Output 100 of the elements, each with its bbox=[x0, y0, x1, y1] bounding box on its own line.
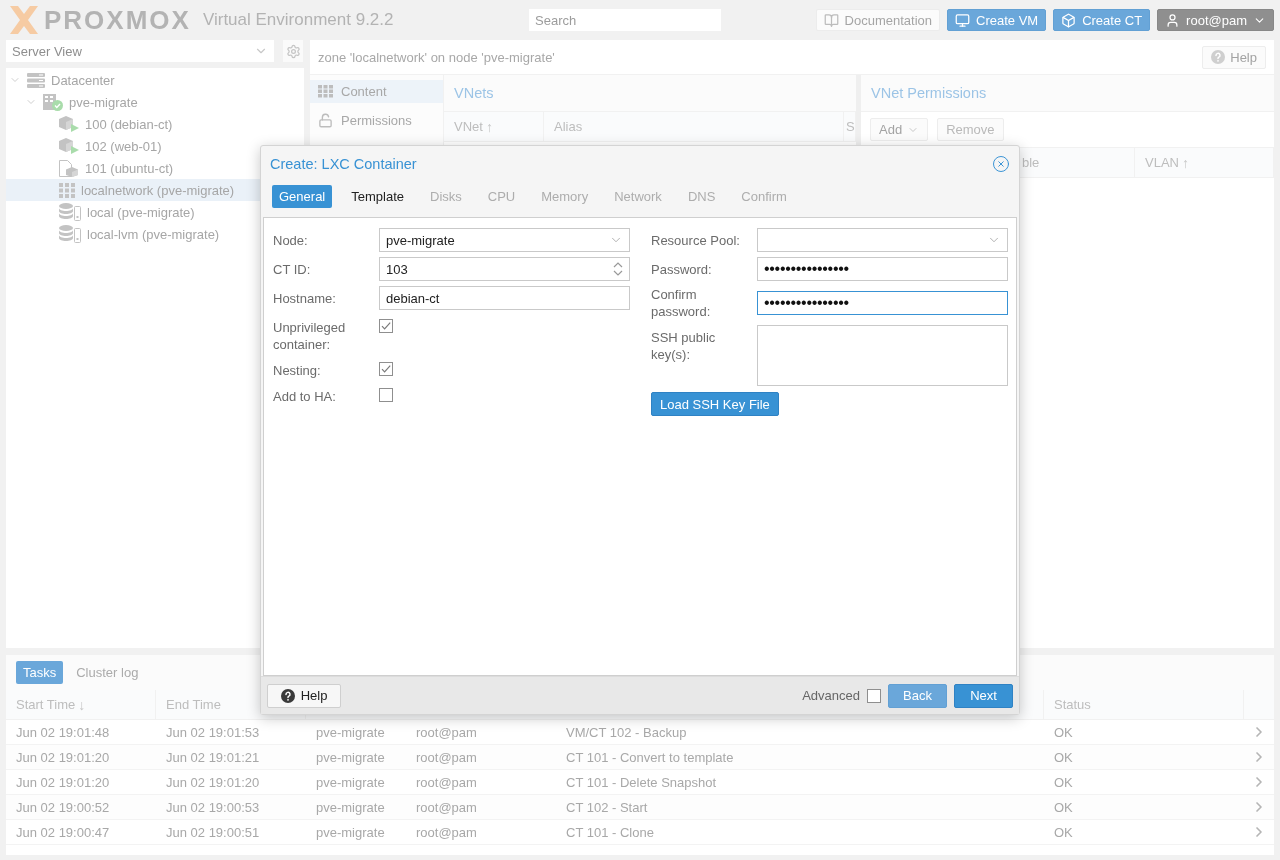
field-label: Hostname: bbox=[273, 289, 337, 307]
field-label: Unprivileged container: bbox=[273, 319, 347, 353]
table-cell-text: pve-migrate bbox=[315, 773, 386, 792]
table-cell-text: pve-migrate bbox=[315, 798, 386, 817]
field-label: CT ID: bbox=[273, 260, 312, 278]
checkbox[interactable] bbox=[379, 362, 393, 376]
table-cell-text: CT 101 - Convert to template bbox=[565, 748, 735, 767]
combo-field[interactable] bbox=[757, 228, 1008, 252]
column-header[interactable]: VLAN ↑ bbox=[1145, 154, 1189, 171]
spinner-arrows-icon[interactable] bbox=[613, 261, 623, 277]
product-title: Virtual Environment 9.2.2 bbox=[202, 10, 394, 30]
tree-item[interactable]: Datacenter bbox=[6, 69, 260, 91]
column-header[interactable]: End Time bbox=[166, 697, 221, 712]
tree-item[interactable]: 101 (ubuntu-ct) bbox=[6, 157, 260, 179]
table-cell-text: root@pam bbox=[415, 748, 478, 767]
table-cell-text: Jun 02 19:01:20 bbox=[15, 773, 111, 792]
advanced-checkbox[interactable] bbox=[867, 688, 881, 703]
settings-button[interactable] bbox=[283, 40, 303, 62]
table-cell-text: Jun 02 19:01:21 bbox=[165, 748, 261, 767]
column-header[interactable]: Status bbox=[1054, 697, 1091, 712]
nav-item[interactable]: Content bbox=[310, 80, 443, 103]
header-button[interactable]: Documentation bbox=[815, 9, 940, 31]
checkbox[interactable] bbox=[379, 388, 393, 402]
nav-item[interactable]: Permissions bbox=[310, 109, 443, 132]
monitor-icon bbox=[955, 12, 970, 28]
field-label: Password: bbox=[651, 260, 713, 278]
toolbar-button[interactable]: Add bbox=[870, 118, 929, 141]
text-field[interactable]: debian-ct bbox=[379, 286, 630, 310]
tree-item[interactable]: local (pve-migrate) bbox=[6, 201, 260, 223]
combo-field[interactable]: pve-migrate bbox=[379, 228, 630, 252]
number-field[interactable]: 103 bbox=[379, 257, 630, 281]
grid-icon bbox=[318, 85, 333, 98]
help-button[interactable]: Help bbox=[267, 683, 341, 708]
tab[interactable]: Template bbox=[344, 185, 411, 208]
field-label: Nesting: bbox=[273, 362, 322, 379]
cube-play-icon bbox=[59, 116, 79, 132]
table-cell-text: pve-migrate bbox=[315, 748, 386, 767]
field-label: Confirm password: bbox=[651, 286, 712, 320]
tree-item[interactable]: 102 (web-01) bbox=[6, 135, 260, 157]
column-header[interactable]: VNet ↑ bbox=[454, 118, 493, 135]
grid-icon bbox=[59, 182, 75, 198]
password-field[interactable]: •••••••••••••••• bbox=[757, 291, 1008, 315]
unlock-icon bbox=[318, 113, 333, 128]
table-cell-text: OK bbox=[1053, 798, 1074, 817]
header-button[interactable]: Create CT bbox=[1053, 9, 1151, 31]
document-cube-icon bbox=[59, 159, 79, 177]
table-cell-text: OK bbox=[1053, 823, 1074, 842]
table-cell-text: Jun 02 19:01:53 bbox=[165, 723, 261, 742]
table-cell-text: VM/CT 102 - Backup bbox=[565, 723, 688, 742]
field-label: Add to HA: bbox=[273, 388, 337, 405]
column-header[interactable]: S bbox=[846, 119, 855, 134]
header-button[interactable]: root@pam bbox=[1157, 9, 1274, 31]
tree-item[interactable]: pve-migrate bbox=[6, 91, 260, 113]
field-label: SSH public key(s): bbox=[651, 329, 717, 363]
table-cell-text: CT 102 - Start bbox=[565, 798, 649, 817]
table-cell-text: pve-migrate bbox=[315, 723, 386, 742]
column-header[interactable]: Alias bbox=[554, 119, 583, 134]
logo-text: PROXMOX bbox=[44, 5, 191, 35]
table-cell-text: root@pam bbox=[415, 773, 478, 792]
tab[interactable]: Cluster log bbox=[69, 661, 146, 684]
cube-icon bbox=[1061, 12, 1077, 28]
load-ssh-key-button[interactable]: Load SSH Key File bbox=[651, 392, 779, 416]
table-cell-text: Jun 02 19:01:20 bbox=[165, 773, 261, 792]
logo-x-icon bbox=[8, 6, 40, 34]
table-cell-text: Jun 02 19:01:20 bbox=[15, 748, 111, 767]
textarea-field[interactable] bbox=[757, 325, 1008, 386]
column-header[interactable]: Start Time ↓ bbox=[16, 696, 86, 713]
tree-item[interactable]: localnetwork (pve-migrate) bbox=[6, 179, 260, 201]
help-button[interactable]: Help bbox=[1202, 45, 1266, 69]
next-button[interactable]: Next bbox=[954, 683, 1013, 708]
table-cell-text: OK bbox=[1053, 773, 1074, 792]
tree-item[interactable]: local-lvm (pve-migrate) bbox=[6, 223, 260, 245]
checkbox[interactable] bbox=[379, 319, 393, 333]
server-stack-icon bbox=[27, 72, 45, 88]
tab[interactable]: Tasks bbox=[16, 661, 64, 684]
tree-item[interactable]: 100 (debian-ct) bbox=[6, 113, 260, 135]
field-label: Resource Pool: bbox=[651, 231, 741, 249]
help-icon bbox=[280, 688, 295, 703]
cube-play-icon bbox=[59, 138, 79, 154]
panel-heading: VNets bbox=[444, 75, 856, 112]
table-cell-text: pve-migrate bbox=[315, 823, 386, 842]
table-cell-text: Jun 02 19:00:47 bbox=[15, 823, 111, 842]
settings-icon bbox=[285, 43, 301, 59]
close-icon[interactable] bbox=[992, 154, 1010, 173]
table-cell-text: CT 101 - Clone bbox=[565, 823, 655, 842]
password-field[interactable]: •••••••••••••••• bbox=[757, 257, 1008, 281]
database-icon bbox=[59, 203, 81, 221]
tab[interactable]: General bbox=[272, 185, 333, 208]
header-button[interactable]: Create VM bbox=[947, 9, 1047, 31]
search-field[interactable]: Search bbox=[529, 9, 721, 31]
help-icon bbox=[1211, 50, 1226, 64]
advanced-label: Advanced bbox=[802, 688, 860, 703]
table-cell-text: OK bbox=[1053, 748, 1074, 767]
table-cell-text: Jun 02 19:00:51 bbox=[165, 823, 261, 842]
column-header[interactable]: ble bbox=[1022, 155, 1040, 170]
book-icon bbox=[823, 12, 839, 28]
view-select[interactable]: Server View bbox=[6, 40, 274, 62]
table-cell-text: root@pam bbox=[415, 798, 478, 817]
database-icon bbox=[59, 225, 81, 243]
table-cell-text: Jun 02 19:00:52 bbox=[15, 798, 111, 817]
